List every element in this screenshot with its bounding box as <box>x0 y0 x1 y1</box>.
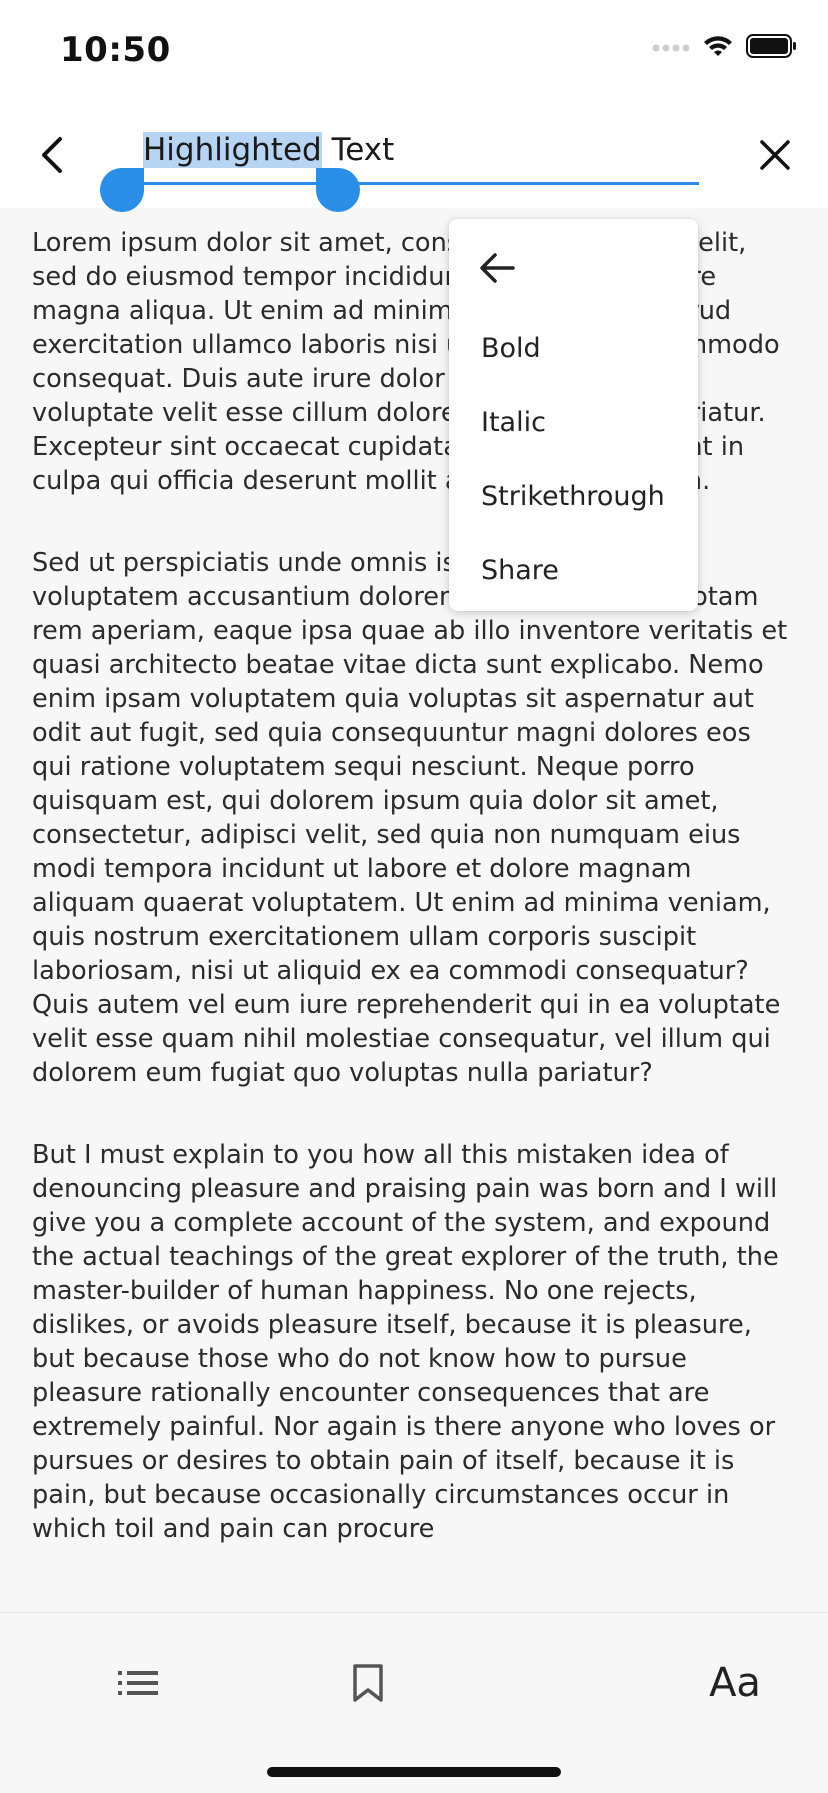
status-time: 10:50 <box>60 30 171 70</box>
toc-button[interactable] <box>98 1643 178 1723</box>
wifi-icon <box>702 34 734 62</box>
status-bar: 10:50 <box>0 0 828 100</box>
moon-icon <box>543 1663 563 1703</box>
menu-item-share[interactable]: Share <box>481 555 559 586</box>
menu-back-button[interactable] <box>474 245 520 291</box>
unselected-text[interactable]: Text <box>322 132 395 168</box>
paragraph: Sed ut perspiciatis unde omnis iste natu… <box>32 548 788 1088</box>
bookmark-icon <box>353 1664 383 1702</box>
arrow-left-icon <box>480 253 515 283</box>
text-selection-menu: Bold Italic Strikethrough Share <box>449 219 698 611</box>
menu-item-italic[interactable]: Italic <box>481 407 546 438</box>
selected-text[interactable]: Highlighted <box>143 132 322 168</box>
bottom-toolbar: Aa <box>0 1612 828 1793</box>
close-icon <box>760 140 790 170</box>
battery-icon <box>746 34 798 62</box>
selection-handle-end[interactable] <box>316 168 360 212</box>
font-size-icon: Aa <box>709 1660 761 1706</box>
bookmark-button[interactable] <box>328 1643 408 1723</box>
menu-item-bold[interactable]: Bold <box>481 333 541 364</box>
search-input[interactable]: Highlighted Text <box>143 124 699 186</box>
list-icon <box>118 1671 158 1695</box>
signal-dots-icon <box>652 39 690 58</box>
paragraph: But I must explain to you how all this m… <box>32 1140 779 1544</box>
selection-handle-start[interactable] <box>100 168 144 212</box>
back-button[interactable] <box>18 120 88 190</box>
font-settings-button[interactable]: Aa <box>695 1643 775 1723</box>
search-text[interactable]: Highlighted Text <box>143 132 394 168</box>
search-underline <box>143 182 699 185</box>
close-button[interactable] <box>740 120 810 190</box>
chevron-left-icon <box>42 137 62 173</box>
night-mode-button[interactable] <box>512 1643 592 1723</box>
home-indicator <box>267 1767 561 1777</box>
menu-item-strikethrough[interactable]: Strikethrough <box>481 481 665 512</box>
status-icons <box>652 34 798 62</box>
